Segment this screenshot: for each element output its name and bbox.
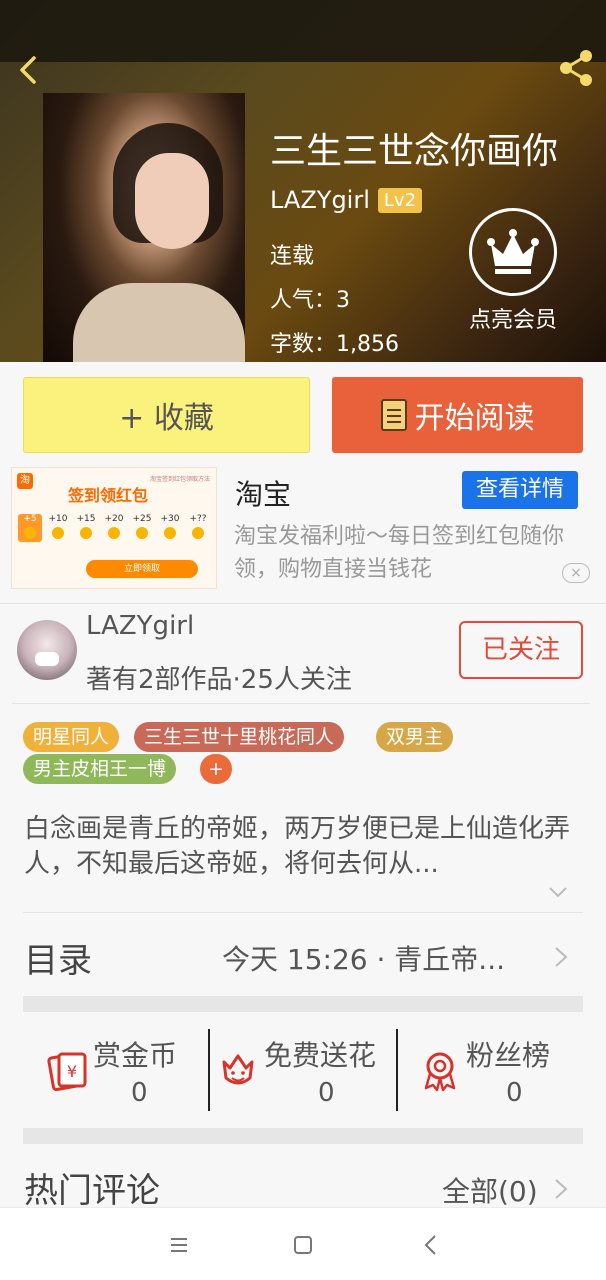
share-button[interactable]: [552, 48, 596, 88]
status-bar: [0, 0, 606, 62]
follow-button[interactable]: 已关注: [459, 621, 583, 679]
collect-label: + 收藏: [119, 401, 214, 436]
home-icon[interactable]: [288, 1230, 318, 1260]
status-text: 连载: [270, 244, 315, 269]
divider: [12, 703, 590, 704]
author-name[interactable]: LAZYgirl: [270, 186, 370, 214]
start-reading-label: 开始阅读: [414, 401, 535, 436]
level-badge: Lv2: [377, 187, 423, 213]
chevron-left-icon: [20, 56, 36, 84]
chevron-right-icon[interactable]: [552, 944, 570, 970]
author-card-stats: 著有2部作品·25人关注: [86, 665, 352, 695]
add-tag-button[interactable]: +: [200, 754, 232, 784]
medal-icon: [424, 1052, 456, 1092]
chevron-down-icon[interactable]: [546, 882, 570, 902]
avatar[interactable]: [17, 620, 77, 680]
reward-coins-count: 0: [131, 1078, 148, 1108]
tag[interactable]: 双男主: [376, 722, 454, 752]
svg-text:¥: ¥: [67, 1062, 77, 1081]
ad-image[interactable]: 淘 淘宝签到红包领取方法 签到领红包 +5 +10 +15 +20 +25 +3…: [11, 467, 217, 589]
fan-ranking-label: 粉丝榜: [466, 1039, 551, 1072]
taobao-logo-icon: 淘: [17, 473, 33, 489]
divider: [23, 912, 583, 913]
ad-image-caption: 淘宝签到红包领取方法: [149, 476, 210, 483]
ad-description[interactable]: 淘宝发福利啦～每日签到红包随你领，购物直接当钱花: [234, 520, 570, 586]
fan-ranking-count: 0: [506, 1078, 523, 1108]
ad-coin: +20: [102, 514, 126, 542]
system-navigation-bar: [0, 1207, 606, 1280]
free-flower-button[interactable]: 免费送花 0: [216, 1030, 392, 1110]
ad-detail-button[interactable]: 查看详情: [462, 471, 578, 509]
back-button[interactable]: [12, 52, 48, 88]
fan-ranking-button[interactable]: 粉丝榜 0: [418, 1030, 578, 1110]
book-icon: [380, 399, 407, 431]
free-flower-count: 0: [318, 1078, 335, 1108]
red-envelope-icon: ¥: [47, 1052, 87, 1092]
ad-coin: +25: [130, 514, 154, 542]
vip-button[interactable]: 点亮会员: [458, 208, 568, 334]
vip-label: 点亮会员: [468, 308, 557, 333]
ad-close-icon[interactable]: ×: [562, 563, 590, 583]
tag[interactable]: 男主皮相王一博: [23, 754, 177, 784]
ad-title[interactable]: 淘宝: [235, 473, 291, 513]
ad-coin: +5: [18, 514, 42, 542]
all-comments-link[interactable]: 全部(0): [442, 1170, 538, 1210]
section-separator: [23, 1128, 583, 1144]
author-row: LAZYgirl Lv2: [270, 186, 423, 214]
book-intro[interactable]: 白念画是青丘的帝姬，两万岁便已是上仙造化弄人，不知最后这帝姬，将何去何从...: [24, 812, 584, 882]
hot-comments-title: 热门评论: [24, 1171, 160, 1211]
ad-coin-row: +5 +10 +15 +20 +25 +30 +??: [18, 514, 210, 542]
book-title: 三生三世念你画你: [270, 131, 559, 172]
divider: [208, 1029, 210, 1111]
free-flower-label: 免费送花: [264, 1039, 377, 1072]
word-count-text: 字数：1,856: [270, 332, 399, 357]
reward-coins-button[interactable]: ¥ 赏金币 0: [45, 1030, 205, 1110]
chevron-right-icon[interactable]: [552, 1176, 570, 1202]
menu-icon[interactable]: [164, 1230, 194, 1260]
popularity-text: 人气：3: [270, 288, 350, 313]
book-cover-image: [43, 93, 245, 362]
section-separator: [23, 996, 583, 1012]
ad-coin: +10: [46, 514, 70, 542]
author-card-name[interactable]: LAZYgirl: [86, 611, 194, 641]
ad-coin: +30: [158, 514, 182, 542]
divider: [0, 603, 606, 604]
ad-coin: +??: [186, 514, 210, 542]
start-reading-button[interactable]: 开始阅读: [332, 377, 583, 453]
ad-image-headline: 签到领红包: [68, 486, 149, 505]
back-icon[interactable]: [416, 1230, 446, 1260]
divider: [396, 1029, 398, 1111]
tag[interactable]: 三生三世十里桃花同人: [134, 722, 345, 752]
toc-label[interactable]: 目录: [24, 933, 92, 982]
toc-latest-update[interactable]: 今天 15:26 · 青丘帝...: [222, 938, 505, 978]
tag[interactable]: 明星同人: [23, 722, 120, 752]
share-icon: [560, 50, 592, 86]
reward-coins-label: 赏金币: [93, 1039, 178, 1072]
ad-coin: +15: [74, 514, 98, 542]
book-header: 三生三世念你画你 LAZYgirl Lv2 连载 人气：3 字数：1,856 点…: [0, 0, 606, 362]
crown-icon: [469, 208, 557, 296]
collect-button[interactable]: + 收藏: [23, 377, 310, 453]
ad-image-button[interactable]: 立即领取: [86, 560, 198, 578]
flower-icon: [222, 1054, 254, 1085]
